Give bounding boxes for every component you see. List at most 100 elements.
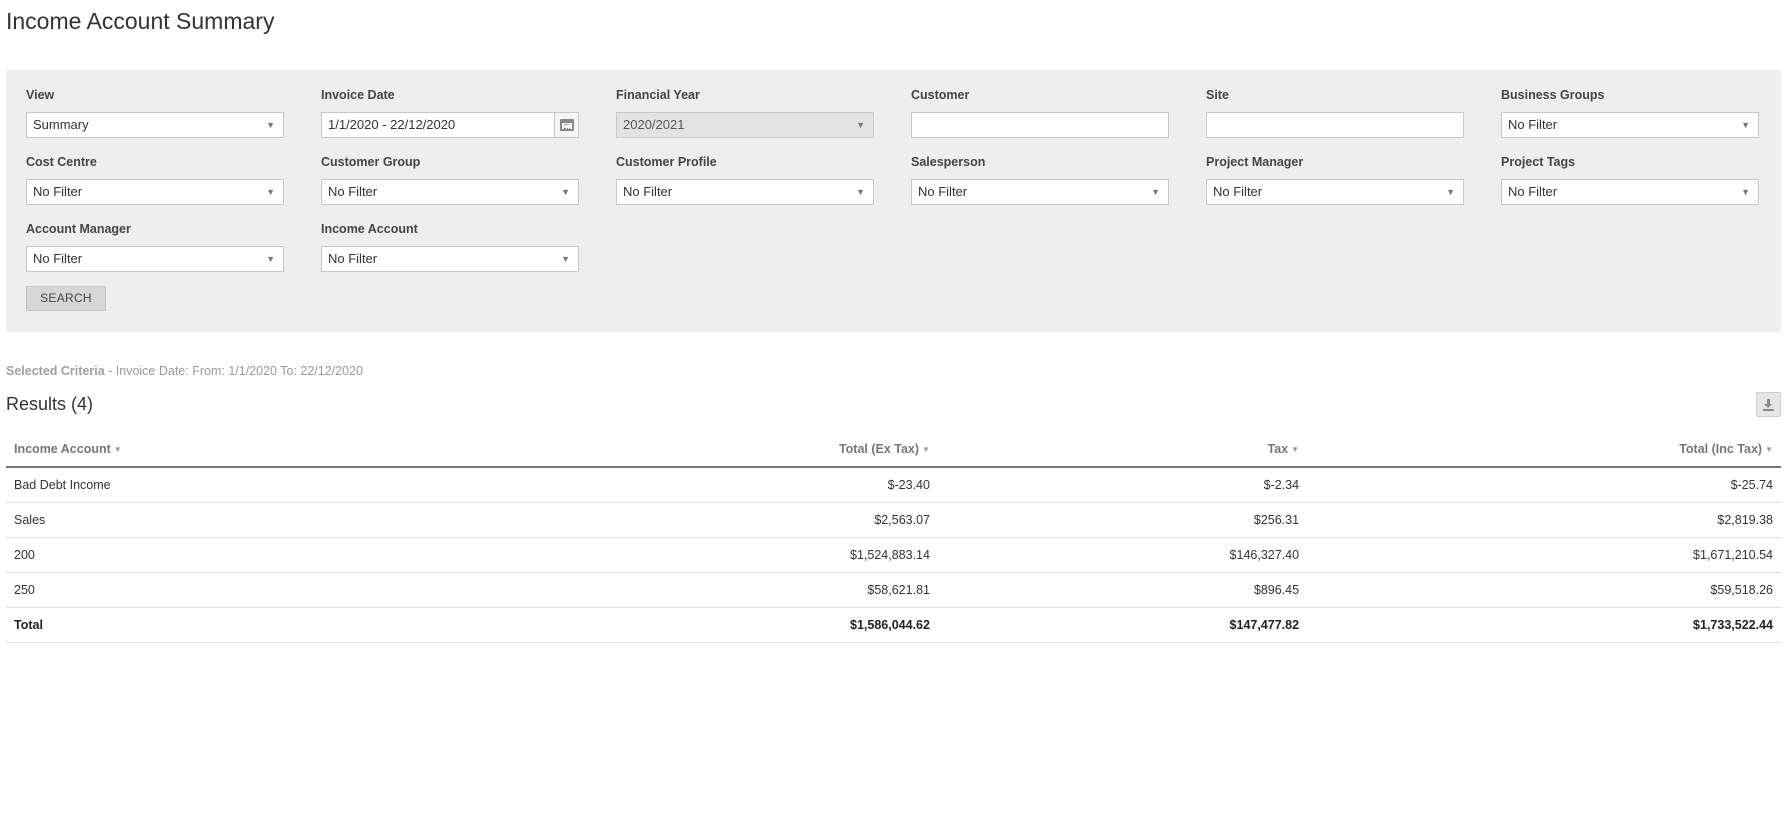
cell-total-label: Total xyxy=(6,607,476,643)
customer-group-value: No Filter xyxy=(328,184,378,199)
field-salesperson: Salesperson No Filter ▼ xyxy=(911,153,1169,206)
income-account-value: No Filter xyxy=(328,251,378,266)
field-view: View Summary ▼ xyxy=(26,86,284,139)
column-header-total-inc-tax[interactable]: Total (Inc Tax) ▼ xyxy=(1307,432,1781,468)
cell-tax: $147,477.82 xyxy=(937,607,1308,643)
customer-profile-label: Customer Profile xyxy=(616,155,717,169)
column-header-tax[interactable]: Tax ▼ xyxy=(937,432,1308,468)
field-customer-group: Customer Group No Filter ▼ xyxy=(321,153,579,206)
calendar-icon xyxy=(559,119,574,131)
sort-caret-icon: ▼ xyxy=(113,445,122,454)
cell-total-inc-tax: $1,733,522.44 xyxy=(1307,607,1781,643)
cell-income-account: 250 xyxy=(6,572,476,608)
project-tags-label: Project Tags xyxy=(1501,155,1576,169)
view-label: View xyxy=(26,88,55,102)
field-customer: Customer xyxy=(911,86,1169,139)
caret-down-icon: ▼ xyxy=(266,187,275,197)
table-row: 250 $58,621.81 $896.45 $59,518.26 xyxy=(6,572,1781,608)
cell-tax: $256.31 xyxy=(937,502,1308,538)
project-tags-select[interactable]: No Filter ▼ xyxy=(1501,179,1759,205)
caret-down-icon: ▼ xyxy=(561,187,570,197)
cell-total-ex-tax: $58,621.81 xyxy=(476,572,938,608)
sort-caret-icon: ▼ xyxy=(922,445,930,454)
caret-down-icon: ▼ xyxy=(1151,187,1160,197)
customer-group-select[interactable]: No Filter ▼ xyxy=(321,179,579,205)
customer-profile-select[interactable]: No Filter ▼ xyxy=(616,179,874,205)
customer-group-label: Customer Group xyxy=(321,155,421,169)
caret-down-icon: ▼ xyxy=(561,254,570,264)
results-title: Results (4) xyxy=(6,394,94,414)
cost-centre-value: No Filter xyxy=(33,184,83,199)
invoice-date-value: 1/1/2020 - 22/12/2020 xyxy=(328,117,456,132)
field-business-groups: Business Groups No Filter ▼ xyxy=(1501,86,1759,139)
cell-total-inc-tax: $59,518.26 xyxy=(1307,572,1781,608)
income-account-label: Income Account xyxy=(321,222,418,236)
site-label: Site xyxy=(1206,88,1229,102)
business-groups-select[interactable]: No Filter ▼ xyxy=(1501,112,1759,138)
table-header-row: Income Account ▼ Total (Ex Tax) ▼ Tax ▼ Tot… xyxy=(6,432,1781,468)
project-manager-label: Project Manager xyxy=(1206,155,1304,169)
column-header-income-account[interactable]: Income Account ▼ xyxy=(6,432,476,468)
cell-total-ex-tax: $1,586,044.62 xyxy=(476,607,938,643)
salesperson-select[interactable]: No Filter ▼ xyxy=(911,179,1169,205)
criteria-text: - Invoice Date: From: 1/1/2020 To: 22/12… xyxy=(104,364,363,378)
caret-down-icon: ▼ xyxy=(266,120,275,130)
caret-down-icon: ▼ xyxy=(1741,120,1750,130)
field-account-manager: Account Manager No Filter ▼ xyxy=(26,220,284,273)
business-groups-value: No Filter xyxy=(1508,117,1558,132)
invoice-date-input[interactable]: 1/1/2020 - 22/12/2020 xyxy=(321,112,579,138)
selected-criteria: Selected Criteria - Invoice Date: From: … xyxy=(6,364,363,378)
table-row: Sales $2,563.07 $256.31 $2,819.38 xyxy=(6,502,1781,538)
project-manager-select[interactable]: No Filter ▼ xyxy=(1206,179,1464,205)
field-project-manager: Project Manager No Filter ▼ xyxy=(1206,153,1464,206)
column-header-total-ex-tax[interactable]: Total (Ex Tax) ▼ xyxy=(476,432,938,468)
download-icon xyxy=(1763,398,1774,411)
filter-panel: View Summary ▼ Invoice Date 1/1/2020 - 2… xyxy=(6,70,1781,332)
cell-income-account: Sales xyxy=(6,502,476,538)
site-input[interactable] xyxy=(1206,112,1464,138)
financial-year-label: Financial Year xyxy=(616,88,700,102)
results-table: Income Account ▼ Total (Ex Tax) ▼ Tax ▼ Tot… xyxy=(6,432,1781,643)
account-manager-label: Account Manager xyxy=(26,222,131,236)
cell-income-account: 200 xyxy=(6,537,476,573)
cost-centre-label: Cost Centre xyxy=(26,155,97,169)
customer-profile-value: No Filter xyxy=(623,184,673,199)
sort-caret-icon: ▼ xyxy=(1765,445,1773,454)
field-invoice-date: Invoice Date 1/1/2020 - 22/12/2020 xyxy=(321,86,579,139)
cost-centre-select[interactable]: No Filter ▼ xyxy=(26,179,284,205)
search-button[interactable]: SEARCH xyxy=(26,286,106,311)
table-row: 200 $1,524,883.14 $146,327.40 $1,671,210… xyxy=(6,537,1781,573)
cell-income-account: Bad Debt Income xyxy=(6,467,476,503)
cell-total-inc-tax: $-25.74 xyxy=(1307,467,1781,503)
date-picker-button[interactable] xyxy=(554,113,578,137)
caret-down-icon: ▼ xyxy=(856,120,865,130)
customer-input[interactable] xyxy=(911,112,1169,138)
sort-caret-icon: ▼ xyxy=(1291,445,1300,454)
cell-total-inc-tax: $1,671,210.54 xyxy=(1307,537,1781,573)
financial-year-select: 2020/2021 ▼ xyxy=(616,112,874,138)
cell-tax: $-2.34 xyxy=(937,467,1308,503)
caret-down-icon: ▼ xyxy=(1446,187,1455,197)
download-button[interactable] xyxy=(1756,392,1781,417)
income-account-select[interactable]: No Filter ▼ xyxy=(321,246,579,272)
cell-tax: $896.45 xyxy=(937,572,1308,608)
field-site: Site xyxy=(1206,86,1464,139)
field-project-tags: Project Tags No Filter ▼ xyxy=(1501,153,1759,206)
financial-year-value: 2020/2021 xyxy=(623,117,685,132)
salesperson-value: No Filter xyxy=(918,184,968,199)
criteria-label: Selected Criteria xyxy=(6,364,105,378)
view-value: Summary xyxy=(33,117,89,132)
field-cost-centre: Cost Centre No Filter ▼ xyxy=(26,153,284,206)
project-tags-value: No Filter xyxy=(1508,184,1558,199)
customer-label: Customer xyxy=(911,88,970,102)
page-title: Income Account Summary xyxy=(6,8,275,34)
project-manager-value: No Filter xyxy=(1213,184,1263,199)
table-total-row: Total $1,586,044.62 $147,477.82 $1,733,5… xyxy=(6,607,1781,643)
field-income-account: Income Account No Filter ▼ xyxy=(321,220,579,273)
cell-total-ex-tax: $1,524,883.14 xyxy=(476,537,938,573)
caret-down-icon: ▼ xyxy=(856,187,865,197)
cell-total-ex-tax: $2,563.07 xyxy=(476,502,938,538)
account-manager-value: No Filter xyxy=(33,251,83,266)
account-manager-select[interactable]: No Filter ▼ xyxy=(26,246,284,272)
view-select[interactable]: Summary ▼ xyxy=(26,112,284,138)
